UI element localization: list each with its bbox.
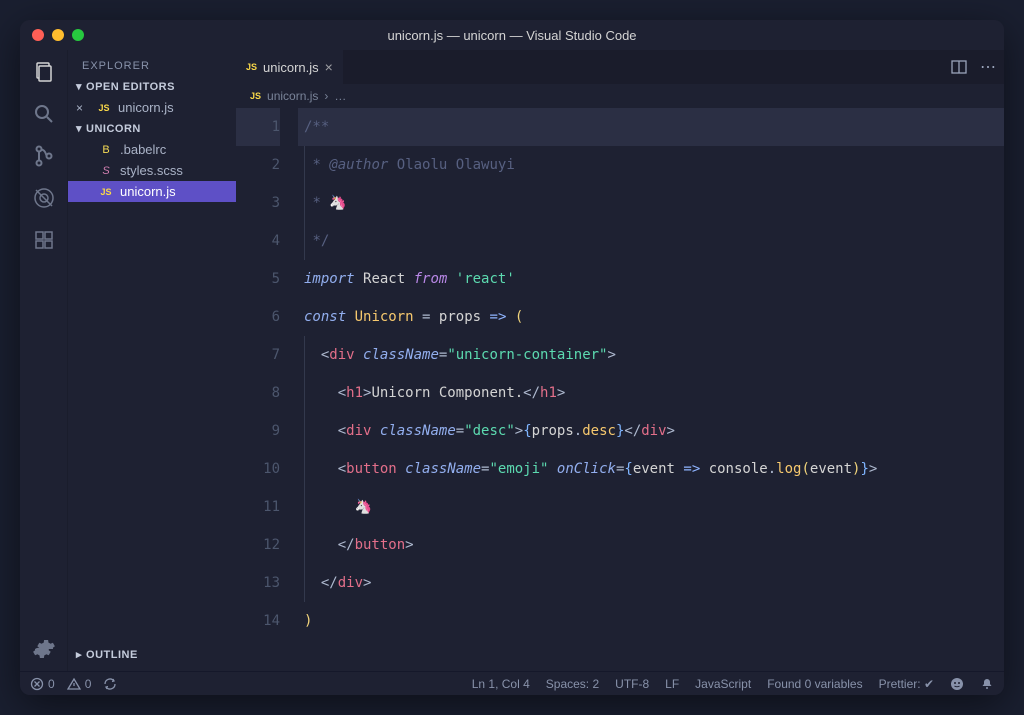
status-errors[interactable]: 0	[30, 677, 55, 691]
js-file-icon: JS	[250, 91, 261, 101]
status-encoding[interactable]: UTF-8	[615, 677, 649, 691]
breadcrumb-file: unicorn.js	[267, 89, 318, 103]
close-window-button[interactable]	[32, 29, 44, 41]
search-icon[interactable]	[30, 100, 58, 128]
line-number: 5	[236, 260, 280, 298]
code-line[interactable]: 🦄	[298, 488, 1004, 526]
js-file-icon: JS	[96, 103, 112, 113]
minimize-window-button[interactable]	[52, 29, 64, 41]
line-number: 10	[236, 450, 280, 488]
status-eol[interactable]: LF	[665, 677, 679, 691]
window-controls	[32, 29, 84, 41]
breadcrumb-separator: ›	[324, 89, 328, 103]
folder-header[interactable]: ▾ UNICORN	[68, 118, 236, 139]
open-editor-filename: unicorn.js	[118, 100, 174, 115]
status-prettier[interactable]: Prettier: ✔	[879, 677, 934, 691]
code-line[interactable]: /**	[298, 108, 1004, 146]
status-spaces[interactable]: Spaces: 2	[546, 677, 599, 691]
status-variables[interactable]: Found 0 variables	[767, 677, 862, 691]
sidebar-title: EXPLORER	[68, 50, 236, 76]
file-name: .babelrc	[120, 142, 166, 157]
code-line[interactable]: * @author Olaolu Olawuyi	[298, 146, 1004, 184]
code-line[interactable]: <h1>Unicorn Component.</h1>	[298, 374, 1004, 412]
activity-bar	[20, 50, 68, 671]
line-number: 4	[236, 222, 280, 260]
line-number-gutter: 1234567891011121314	[236, 108, 298, 671]
maximize-window-button[interactable]	[72, 29, 84, 41]
code-editor[interactable]: 1234567891011121314 /** * @author Olaolu…	[236, 108, 1004, 671]
debug-icon[interactable]	[30, 184, 58, 212]
status-ln-col[interactable]: Ln 1, Col 4	[472, 677, 530, 691]
file-name: styles.scss	[120, 163, 183, 178]
line-number: 6	[236, 298, 280, 336]
code-line[interactable]: import React from 'react'	[298, 260, 1004, 298]
js-file-icon: JS	[98, 187, 114, 197]
line-number: 9	[236, 412, 280, 450]
status-sync-icon[interactable]	[103, 677, 117, 691]
breadcrumb-rest: …	[334, 89, 346, 103]
explorer-icon[interactable]	[30, 58, 58, 86]
tab-filename: unicorn.js	[263, 60, 319, 75]
settings-gear-icon[interactable]	[30, 635, 58, 663]
file-item-styles[interactable]: S styles.scss	[68, 160, 236, 181]
more-actions-icon[interactable]: ⋯	[980, 57, 996, 77]
chevron-down-icon: ▾	[76, 122, 82, 135]
close-tab-icon[interactable]: ×	[325, 59, 333, 75]
breadcrumb[interactable]: JS unicorn.js › …	[236, 84, 1004, 108]
source-control-icon[interactable]	[30, 142, 58, 170]
window-title: unicorn.js — unicorn — Visual Studio Cod…	[30, 28, 994, 43]
editor-area: JS unicorn.js × ⋯ JS unicorn.js › … 12	[236, 50, 1004, 671]
line-number: 3	[236, 184, 280, 222]
status-feedback-icon[interactable]	[950, 677, 964, 691]
tab-bar: JS unicorn.js × ⋯	[236, 50, 1004, 84]
code-line[interactable]: <div className="unicorn-container">	[298, 336, 1004, 374]
line-number: 12	[236, 526, 280, 564]
file-item-unicorn[interactable]: JS unicorn.js	[68, 181, 236, 202]
file-item-babelrc[interactable]: B .babelrc	[68, 139, 236, 160]
chevron-down-icon: ▾	[76, 80, 82, 93]
code-line[interactable]: const Unicorn = props => (	[298, 298, 1004, 336]
line-number: 1	[236, 108, 280, 146]
explorer-sidebar: EXPLORER ▾ OPEN EDITORS × JS unicorn.js …	[68, 50, 236, 671]
code-line[interactable]: * 🦄	[298, 184, 1004, 222]
line-number: 7	[236, 336, 280, 374]
scss-file-icon: S	[98, 165, 114, 177]
code-line[interactable]: )	[298, 602, 1004, 640]
code-line[interactable]: <div className="desc">{props.desc}</div>	[298, 412, 1004, 450]
code-line[interactable]: */	[298, 222, 1004, 260]
babel-file-icon: B	[98, 144, 114, 156]
line-number: 8	[236, 374, 280, 412]
line-number: 2	[236, 146, 280, 184]
editor-tab[interactable]: JS unicorn.js ×	[236, 50, 343, 84]
code-line[interactable]: </button>	[298, 526, 1004, 564]
tab-actions: ⋯	[942, 50, 1004, 84]
line-number: 13	[236, 564, 280, 602]
status-warnings[interactable]: 0	[67, 677, 92, 691]
titlebar: unicorn.js — unicorn — Visual Studio Cod…	[20, 20, 1004, 50]
status-bar: 0 0 Ln 1, Col 4 Spaces: 2 UTF-8 LF JavaS…	[20, 671, 1004, 695]
open-editor-item[interactable]: × JS unicorn.js	[68, 97, 236, 118]
line-number: 14	[236, 602, 280, 640]
chevron-right-icon: ▸	[76, 648, 82, 661]
code-content[interactable]: /** * @author Olaolu Olawuyi * 🦄 */impor…	[298, 108, 1004, 671]
extensions-icon[interactable]	[30, 226, 58, 254]
open-editors-header[interactable]: ▾ OPEN EDITORS	[68, 76, 236, 97]
line-number: 11	[236, 488, 280, 526]
status-language[interactable]: JavaScript	[695, 677, 751, 691]
js-file-icon: JS	[246, 62, 257, 72]
code-line[interactable]: </div>	[298, 564, 1004, 602]
file-name: unicorn.js	[120, 184, 176, 199]
split-editor-icon[interactable]	[950, 58, 968, 76]
app-window: unicorn.js — unicorn — Visual Studio Cod…	[20, 20, 1004, 695]
status-bell-icon[interactable]	[980, 677, 994, 691]
close-icon[interactable]: ×	[76, 101, 88, 115]
outline-header[interactable]: ▸ OUTLINE	[68, 644, 236, 665]
code-line[interactable]: <button className="emoji" onClick={event…	[298, 450, 1004, 488]
